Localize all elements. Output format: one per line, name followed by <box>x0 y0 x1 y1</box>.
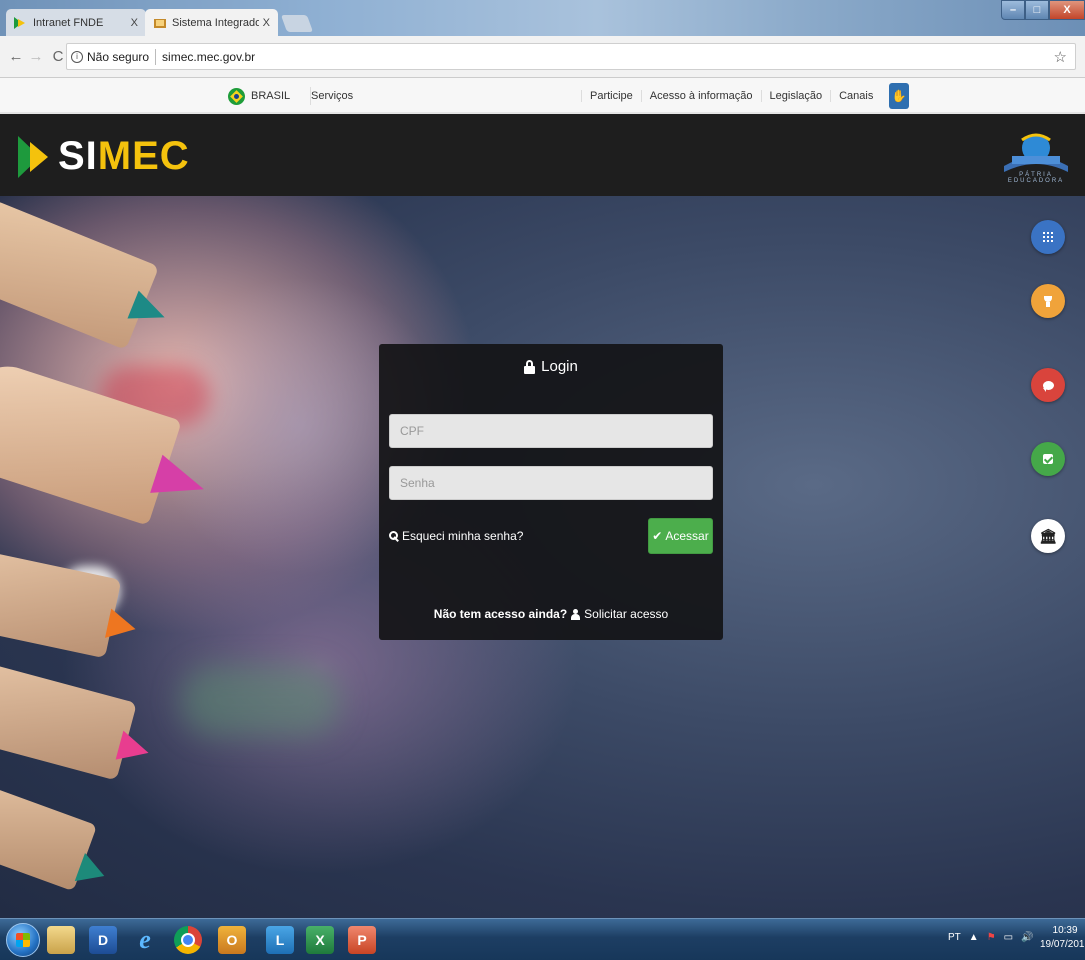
system-tray: PT ▲ ⚑ ▭ 🔊 <box>948 932 1034 943</box>
app-launcher-icon[interactable]: D <box>89 926 117 954</box>
institution-icon: 🏛 <box>1039 528 1057 544</box>
simec-favicon-icon <box>14 16 25 29</box>
cpf-input[interactable] <box>389 414 713 448</box>
acessar-label: Acessar <box>665 529 709 543</box>
checkbox-icon <box>1043 454 1053 464</box>
clock-date: 19/07/2017 <box>1040 939 1085 950</box>
start-button[interactable] <box>6 923 40 957</box>
maximize-button[interactable]: □ <box>1025 0 1049 20</box>
language-indicator[interactable]: PT <box>948 932 961 943</box>
browser-toolbar: ← → C i Não seguro simec.mec.gov.br ☆ <box>0 36 1085 78</box>
grid-icon <box>1043 232 1053 242</box>
govlink-legislacao[interactable]: Legislação <box>760 90 831 102</box>
volume-icon[interactable]: 🔊 <box>1021 932 1033 943</box>
security-label: Não seguro <box>87 49 150 64</box>
outlook-icon[interactable]: O <box>218 926 246 954</box>
checkmark-icon: ✔ <box>652 529 663 543</box>
brasil-gov-logo: PÁTRIA EDUCADORA <box>998 126 1074 184</box>
minimize-button[interactable]: – <box>1001 0 1025 20</box>
simec-logo[interactable]: SIMEC <box>18 134 190 179</box>
solicitar-acesso-link[interactable]: Solicitar acesso <box>584 607 668 621</box>
tab-title: Sistema Integrado de Mo <box>172 16 259 29</box>
window-close-button[interactable]: X <box>1049 0 1085 20</box>
login-panel: Login Esqueci minha senha? ✔ Acessar Não… <box>379 344 723 640</box>
senha-input[interactable] <box>389 466 713 500</box>
tab-close-icon[interactable]: X <box>263 17 270 29</box>
trophy-button[interactable] <box>1031 284 1065 318</box>
login-title: Login <box>379 358 723 375</box>
brazil-flag-icon <box>228 87 245 105</box>
key-icon <box>389 531 399 541</box>
trophy-icon <box>1043 295 1053 307</box>
star-icon[interactable]: ☆ <box>1054 48 1067 66</box>
network-icon[interactable]: ▭ <box>1004 932 1013 943</box>
user-icon <box>571 608 581 620</box>
chrome-icon[interactable] <box>174 926 202 954</box>
info-icon[interactable]: i <box>71 50 83 63</box>
acessar-button[interactable]: ✔ Acessar <box>648 518 713 554</box>
govlink-participe[interactable]: Participe <box>581 90 641 102</box>
checklist-button[interactable] <box>1031 442 1065 476</box>
lock-icon <box>524 359 536 374</box>
institution-button[interactable]: 🏛 <box>1031 519 1065 553</box>
pencil-decoration <box>0 770 110 892</box>
browser-tabstrip: Intranet FNDE X Sistema Integrado de Mo … <box>0 0 1085 36</box>
brasil-link[interactable]: BRASIL <box>228 87 312 105</box>
brasil-logo-icon <box>1004 133 1068 172</box>
apps-grid-button[interactable] <box>1031 220 1065 254</box>
internet-explorer-icon[interactable]: e <box>131 925 159 954</box>
taskbar: D e O L X P PT ▲ ⚑ ▭ 🔊 10:39 19/07/2017 <box>0 918 1085 960</box>
request-access: Não tem acesso ainda? Solicitar acesso <box>379 607 723 621</box>
address-separator <box>155 48 157 65</box>
new-tab-button[interactable] <box>280 15 314 32</box>
address-bar[interactable]: i Não seguro simec.mec.gov.br ☆ <box>66 43 1076 70</box>
flag-notification-icon[interactable]: ⚑ <box>987 932 996 943</box>
gov-links: Participe Acesso à informação Legislação… <box>581 83 910 109</box>
pencil-decoration <box>180 666 340 736</box>
file-explorer-icon[interactable] <box>47 926 75 954</box>
servicos-link[interactable]: Serviços <box>311 90 353 102</box>
forgot-password-label: Esqueci minha senha? <box>402 529 524 543</box>
forward-arrow-icon[interactable]: → <box>28 48 44 65</box>
simec-header: SIMEC PÁTRIA EDUCADORA <box>0 114 1085 196</box>
forgot-password-link[interactable]: Esqueci minha senha? <box>389 529 523 543</box>
login-title-text: Login <box>541 358 578 375</box>
excel-icon[interactable]: X <box>306 926 334 954</box>
request-question: Não tem acesso ainda? <box>433 607 568 621</box>
back-arrow-icon[interactable]: ← <box>8 48 24 65</box>
govlink-canais[interactable]: Canais <box>830 90 881 102</box>
chat-button[interactable] <box>1031 368 1065 402</box>
tab-sistema-integrado[interactable]: Sistema Integrado de Mo X <box>145 9 278 36</box>
accessibility-icon[interactable]: ✋ <box>889 83 910 109</box>
clock[interactable]: 10:39 19/07/2017 <box>1040 924 1085 952</box>
chat-icon <box>1042 380 1054 392</box>
tab-intranet-fnde[interactable]: Intranet FNDE X <box>6 9 146 36</box>
lync-icon[interactable]: L <box>266 926 294 954</box>
url-text: simec.mec.gov.br <box>162 49 256 64</box>
simec-arrow-icon <box>18 135 54 178</box>
simec-wordmark: SIMEC <box>58 134 190 178</box>
tray-arrow-icon[interactable]: ▲ <box>969 932 979 943</box>
govlink-acesso-informacao[interactable]: Acesso à informação <box>640 90 761 102</box>
reload-icon[interactable]: C <box>50 48 66 65</box>
gov-logo-tag: PÁTRIA EDUCADORA <box>1007 172 1065 184</box>
tab-title: Intranet FNDE <box>33 16 104 29</box>
powerpoint-icon[interactable]: P <box>348 926 376 954</box>
brasil-label: BRASIL <box>251 90 291 102</box>
clock-time: 10:39 <box>1052 925 1078 936</box>
tab-close-icon[interactable]: X <box>131 17 138 29</box>
book-favicon-icon <box>154 18 166 28</box>
gov-bar: BRASIL Serviços Participe Acesso à infor… <box>0 78 1085 114</box>
